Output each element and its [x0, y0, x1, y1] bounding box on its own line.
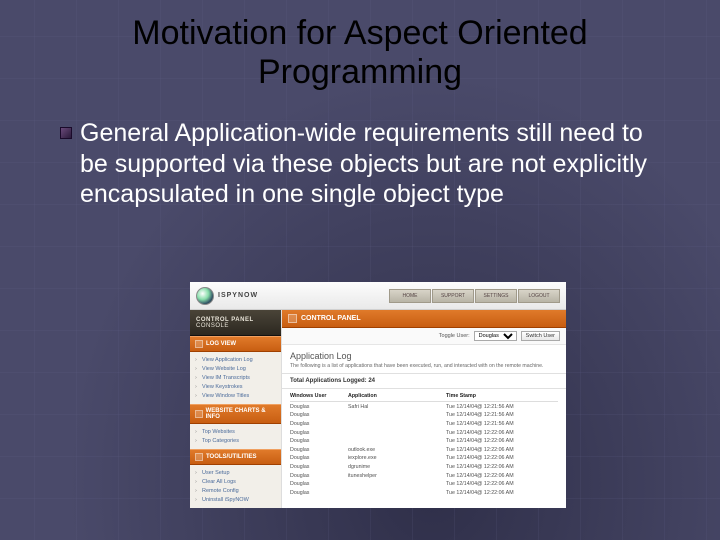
- app-topbar: ISPYNOW HOME SUPPORT SETTINGS LOGOUT: [190, 282, 566, 310]
- sidebar-item[interactable]: View Application Log: [190, 355, 281, 364]
- cell-app: [348, 412, 446, 418]
- cell-user: Douglas: [290, 473, 348, 479]
- table-row: Douglasiexplore.exeTue 12/14/04@ 12:22:0…: [290, 454, 558, 463]
- table-row: Douglasoutlook.exeTue 12/14/04@ 12:22:06…: [290, 446, 558, 455]
- cell-ts: Tue 12/14/04@ 12:22:06 AM: [446, 455, 558, 461]
- cell-user: Douglas: [290, 404, 348, 410]
- sidebar-group-logview: View Application Log View Website Log Vi…: [190, 352, 281, 404]
- switch-user-button[interactable]: Switch User: [521, 331, 560, 341]
- cell-ts: Tue 12/14/04@ 12:22:06 AM: [446, 447, 558, 453]
- sidebar-header-tools[interactable]: TOOLS/UTILITIES: [190, 449, 281, 465]
- col-user: Windows User: [290, 393, 348, 399]
- sidebar-item[interactable]: View Website Log: [190, 364, 281, 373]
- table-row: Douglas Tue 12/14/04@ 12:22:06 AM: [290, 489, 558, 498]
- sidebar-item[interactable]: Remote Config: [190, 486, 281, 495]
- table-row: Douglas Tue 12/14/04@ 12:22:06 AM: [290, 428, 558, 437]
- cell-app: iexplore.exe: [348, 455, 446, 461]
- cell-app: outlook.exe: [348, 447, 446, 453]
- sidebar-item[interactable]: View Keystrokes: [190, 382, 281, 391]
- app-log-table: Windows User Application Time Stamp Doug…: [282, 389, 566, 503]
- bullet-item: General Application-wide requirements st…: [0, 100, 720, 210]
- toggle-user-select[interactable]: Douglas: [474, 331, 517, 341]
- table-row: DouglasdgrunimeTue 12/14/04@ 12:22:06 AM: [290, 463, 558, 472]
- cell-app: ituneshelper: [348, 473, 446, 479]
- cell-user: Douglas: [290, 490, 348, 496]
- logo-icon: [196, 287, 214, 305]
- toggle-label: Toggle User:: [439, 333, 470, 339]
- main-panel: CONTROL PANEL Toggle User: Douglas Switc…: [282, 310, 566, 508]
- table-row: Douglas Tue 12/14/04@ 12:21:56 AM: [290, 420, 558, 429]
- table-header: Windows User Application Time Stamp: [290, 392, 558, 402]
- cell-user: Douglas: [290, 412, 348, 418]
- col-ts: Time Stamp: [446, 393, 558, 399]
- cell-ts: Tue 12/14/04@ 12:21:56 AM: [446, 412, 558, 418]
- cell-ts: Tue 12/14/04@ 12:22:06 AM: [446, 430, 558, 436]
- bullet-text: General Application-wide requirements st…: [80, 118, 660, 210]
- nav-home[interactable]: HOME: [389, 289, 431, 303]
- section-description: The following is a list of applications …: [282, 363, 566, 374]
- cell-user: Douglas: [290, 455, 348, 461]
- cell-user: Douglas: [290, 438, 348, 444]
- sidebar-header-charts[interactable]: WEBSITE CHARTS & INFO: [190, 404, 281, 424]
- sidebar-group-tools: User Setup Clear All Logs Remote Config …: [190, 465, 281, 508]
- cell-user: Douglas: [290, 481, 348, 487]
- cell-ts: Tue 12/14/04@ 12:22:06 AM: [446, 473, 558, 479]
- cell-ts: Tue 12/14/04@ 12:22:06 AM: [446, 481, 558, 487]
- sidebar-item[interactable]: Clear All Logs: [190, 477, 281, 486]
- nav-support[interactable]: SUPPORT: [432, 289, 474, 303]
- cell-app: [348, 430, 446, 436]
- cell-user: Douglas: [290, 464, 348, 470]
- table-row: DouglasituneshelperTue 12/14/04@ 12:22:0…: [290, 471, 558, 480]
- cell-ts: Tue 12/14/04@ 12:21:56 AM: [446, 421, 558, 427]
- cell-app: [348, 490, 446, 496]
- toggle-user-row: Toggle User: Douglas Switch User: [282, 328, 566, 345]
- cell-ts: Tue 12/14/04@ 12:21:56 AM: [446, 404, 558, 410]
- sidebar-group-charts: Top Websites Top Categories: [190, 424, 281, 449]
- top-nav: HOME SUPPORT SETTINGS LOGOUT: [389, 289, 560, 303]
- nav-logout[interactable]: LOGOUT: [518, 289, 560, 303]
- cell-app: dgrunime: [348, 464, 446, 470]
- sidebar-item[interactable]: Uninstall iSpyNOW: [190, 495, 281, 504]
- table-row: Douglas Tue 12/14/04@ 12:21:56 AM: [290, 411, 558, 420]
- cell-user: Douglas: [290, 447, 348, 453]
- nav-settings[interactable]: SETTINGS: [475, 289, 517, 303]
- table-row: Douglas Tue 12/14/04@ 12:22:06 AM: [290, 480, 558, 489]
- table-row: Douglas Tue 12/14/04@ 12:22:06 AM: [290, 437, 558, 446]
- console-line2: CONSOLE: [196, 323, 281, 329]
- cell-app: [348, 421, 446, 427]
- table-row: DouglasSafri HalTue 12/14/04@ 12:21:56 A…: [290, 403, 558, 412]
- cell-app: [348, 481, 446, 487]
- slide-title: Motivation for Aspect Oriented Programmi…: [0, 0, 720, 100]
- sidebar-header-logview[interactable]: LOG VIEW: [190, 336, 281, 352]
- brand-name: ISPYNOW: [218, 292, 258, 299]
- cell-app: Safri Hal: [348, 404, 446, 410]
- cell-ts: Tue 12/14/04@ 12:22:06 AM: [446, 490, 558, 496]
- cell-user: Douglas: [290, 430, 348, 436]
- col-app: Application: [348, 393, 446, 399]
- bullet-icon: [60, 127, 72, 139]
- total-count: Total Applications Logged: 24: [282, 374, 566, 389]
- sidebar-item[interactable]: Top Categories: [190, 436, 281, 445]
- console-banner: CONTROL PANEL CONSOLE: [190, 310, 281, 336]
- cell-user: Douglas: [290, 421, 348, 427]
- cell-app: [348, 438, 446, 444]
- section-title: Application Log: [282, 345, 566, 363]
- sidebar-item[interactable]: Top Websites: [190, 427, 281, 436]
- embedded-screenshot: ISPYNOW HOME SUPPORT SETTINGS LOGOUT CON…: [190, 282, 566, 508]
- main-header: CONTROL PANEL: [282, 310, 566, 328]
- sidebar-item[interactable]: View Window Titles: [190, 391, 281, 400]
- sidebar-item[interactable]: User Setup: [190, 468, 281, 477]
- sidebar: CONTROL PANEL CONSOLE LOG VIEW View Appl…: [190, 310, 282, 508]
- cell-ts: Tue 12/14/04@ 12:22:06 AM: [446, 438, 558, 444]
- cell-ts: Tue 12/14/04@ 12:22:06 AM: [446, 464, 558, 470]
- sidebar-item[interactable]: View IM Transcripts: [190, 373, 281, 382]
